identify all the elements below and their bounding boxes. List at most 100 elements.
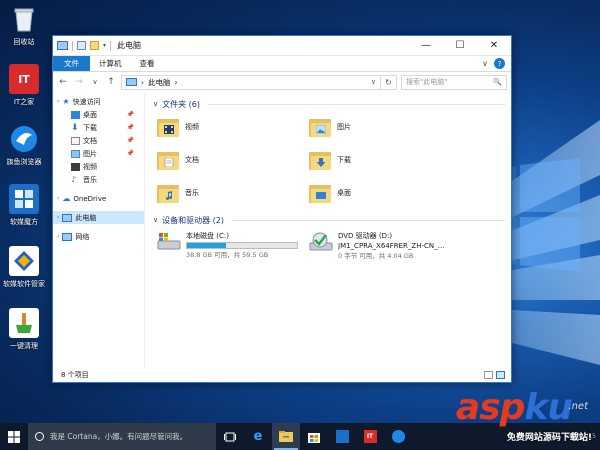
pin-icon[interactable]: 📌	[127, 137, 134, 144]
customize-toolbar-icon[interactable]: ▾	[103, 42, 106, 49]
pictures-folder-icon	[309, 117, 331, 137]
task-view-icon	[224, 432, 236, 441]
watermark-domain: .net	[568, 401, 588, 412]
ruanmei-mofang-icon	[335, 430, 349, 443]
folders-group-header[interactable]: ∨ 文件夹 (6)	[153, 97, 505, 111]
network-icon	[62, 232, 73, 241]
breadcrumb-this-pc[interactable]: 此电脑	[148, 77, 171, 88]
folder-documents[interactable]: 文档	[157, 146, 309, 174]
up-button[interactable]: ↑	[105, 77, 117, 87]
nav-label: 快速访问	[72, 97, 101, 106]
music-icon: ♪	[71, 175, 77, 184]
one-click-clean-icon	[9, 308, 39, 338]
nav-item-music[interactable]: ♪ 音乐	[53, 173, 144, 186]
explorer-window: ▾ 此电脑 — ☐ ✕ 文件 计算机 查看 ∨ ? ← → ∨ ↑ › 此电脑 …	[52, 35, 512, 383]
folder-label: 下载	[337, 156, 351, 164]
minimize-button[interactable]: —	[409, 36, 443, 56]
search-placeholder: 搜索"此电脑"	[406, 78, 448, 86]
pin-icon[interactable]: 📌	[127, 150, 134, 157]
watermark-subtitle: 免费网站源码下载站!	[506, 433, 592, 443]
close-button[interactable]: ✕	[477, 36, 511, 56]
drive-d[interactable]: DVD 驱动器 (D:) JM1_CPRA_X64FRER_ZH-CN_D...…	[309, 231, 461, 261]
chevron-right-icon[interactable]: ›	[57, 233, 59, 240]
tab-file[interactable]: 文件	[53, 56, 90, 71]
nav-this-pc[interactable]: › 此电脑	[53, 211, 144, 224]
new-folder-icon[interactable]	[90, 41, 99, 50]
nav-item-videos[interactable]: 视频	[53, 160, 144, 173]
details-view-icon[interactable]	[484, 371, 493, 379]
documents-icon	[71, 136, 80, 145]
nav-item-documents[interactable]: 文档 📌	[53, 134, 144, 147]
item-count: 8 个项目	[61, 371, 89, 379]
address-bar[interactable]: › 此电脑 › ∨	[121, 74, 381, 90]
folder-videos[interactable]: 视频	[157, 113, 309, 141]
search-input[interactable]: 搜索"此电脑" 🔍	[401, 74, 507, 90]
cortana-search-box[interactable]: 我是 Cortana，小娜。有问题尽管问我。	[28, 423, 216, 450]
desktop-icon-software-manager[interactable]: 软媒软件管家	[2, 246, 46, 289]
task-view-button[interactable]	[216, 423, 244, 450]
taskbar-ithome[interactable]: IT	[356, 423, 384, 450]
nav-quick-access[interactable]: › ★ 快速访问	[53, 95, 144, 108]
folder-desktop[interactable]: 桌面	[309, 179, 461, 207]
breadcrumb-separator[interactable]: ›	[175, 78, 178, 87]
cortana-icon	[35, 432, 44, 441]
taskbar-mofang[interactable]	[328, 423, 356, 450]
drive-free-space: 38.8 GB 可用，共 59.5 GB	[186, 251, 269, 259]
taskbar-store[interactable]	[300, 423, 328, 450]
desktop-icon-label: 旗鱼浏览器	[6, 158, 42, 166]
nav-item-downloads[interactable]: ⬇ 下载 📌	[53, 121, 144, 134]
forward-button[interactable]: →	[73, 77, 85, 87]
nav-item-pictures[interactable]: 图片 📌	[53, 147, 144, 160]
nav-label: 下载	[83, 123, 97, 132]
desktop-icon-mofang[interactable]: 软媒魔方	[2, 184, 46, 227]
pin-icon[interactable]: 📌	[127, 111, 134, 118]
chevron-right-icon[interactable]: ›	[57, 98, 59, 105]
title-bar[interactable]: ▾ 此电脑 — ☐ ✕	[53, 36, 511, 56]
desktop-icon-qiyu[interactable]: 旗鱼浏览器	[2, 124, 46, 167]
start-button[interactable]	[0, 423, 28, 450]
back-button[interactable]: ←	[57, 77, 69, 87]
download-icon: ⬇	[71, 122, 79, 133]
tiles-view-icon[interactable]	[496, 371, 505, 379]
address-row: ← → ∨ ↑ › 此电脑 › ∨ ↻ 搜索"此电脑" 🔍	[53, 72, 511, 92]
ribbon-tabs: 文件 计算机 查看 ∨ ?	[53, 56, 511, 72]
address-dropdown-icon[interactable]: ∨	[371, 78, 376, 86]
pin-icon[interactable]: 📌	[127, 124, 134, 131]
local-disk-icon	[157, 231, 181, 253]
recent-locations-button[interactable]: ∨	[89, 78, 101, 86]
drives-group-header[interactable]: ∨ 设备和驱动器 (2)	[153, 213, 505, 227]
folder-music[interactable]: 音乐	[157, 179, 309, 207]
nav-item-desktop[interactable]: 桌面 📌	[53, 108, 144, 121]
disc-label: JM1_CPRA_X64FRER_ZH-CN_D...	[338, 242, 448, 250]
desktop-icon-recycle-bin[interactable]: 回收站	[2, 4, 46, 47]
help-icon[interactable]: ?	[494, 58, 505, 69]
desktop-icon-ithome[interactable]: IT IT之家	[2, 64, 46, 107]
chevron-down-icon[interactable]: ∨	[153, 216, 158, 224]
maximize-button[interactable]: ☐	[443, 36, 477, 56]
taskbar-qiyu[interactable]	[384, 423, 412, 450]
tab-computer[interactable]: 计算机	[90, 56, 131, 71]
taskbar-edge[interactable]: e	[244, 423, 272, 450]
expand-ribbon-icon[interactable]: ∨	[482, 59, 488, 68]
nav-network[interactable]: › 网络	[53, 230, 144, 243]
dvd-drive-icon	[309, 231, 333, 253]
divider	[208, 103, 505, 105]
navigation-pane: › ★ 快速访问 桌面 📌 ⬇ 下载 📌 文档 📌 图片 📌 视频 ♪ 音乐 ›…	[53, 93, 145, 368]
drive-c[interactable]: 本地磁盘 (C:) 38.8 GB 可用，共 59.5 GB	[157, 231, 309, 261]
drive-free-space: 0 字节 可用，共 4.04 GB	[338, 252, 414, 260]
folder-downloads[interactable]: 下载	[309, 146, 461, 174]
desktop-icon-clean[interactable]: 一键清理	[2, 308, 46, 351]
nav-label: 音乐	[83, 175, 97, 184]
refresh-button[interactable]: ↻	[381, 74, 397, 90]
chevron-right-icon[interactable]: ›	[57, 195, 59, 202]
nav-label: 文档	[83, 136, 97, 145]
nav-onedrive[interactable]: › ☁ OneDrive	[53, 192, 144, 205]
properties-icon[interactable]	[77, 41, 86, 50]
quick-access-toolbar: ▾	[53, 40, 112, 51]
folder-pictures[interactable]: 图片	[309, 113, 461, 141]
taskbar-file-explorer[interactable]	[272, 423, 300, 450]
chevron-right-icon[interactable]: ›	[57, 214, 59, 221]
chevron-down-icon[interactable]: ∨	[153, 100, 158, 108]
tab-view[interactable]: 查看	[131, 56, 164, 71]
watermark-logo: aspku	[455, 387, 573, 428]
